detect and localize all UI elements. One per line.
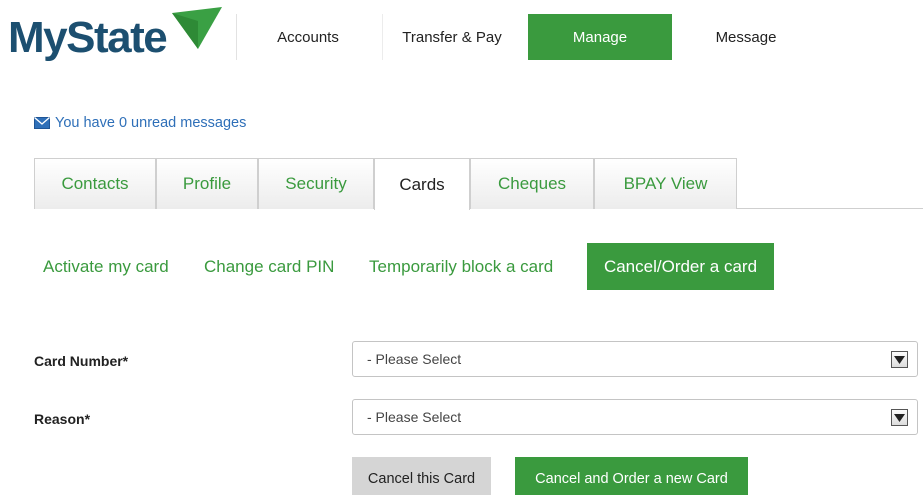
submenu-cancel-order-card[interactable]: Cancel/Order a card — [587, 243, 774, 290]
envelope-icon — [34, 117, 50, 129]
cancel-card-button[interactable]: Cancel this Card — [352, 457, 491, 495]
chevron-down-icon[interactable] — [891, 351, 908, 368]
logo-text: MyState — [8, 13, 168, 62]
reason-label: Reason* — [34, 411, 91, 427]
tab-bpay-view[interactable]: BPAY View — [594, 158, 737, 209]
tab-contacts[interactable]: Contacts — [34, 158, 156, 209]
nav-accounts[interactable]: Accounts — [255, 14, 361, 60]
unread-messages-text: You have 0 unread messages — [55, 115, 247, 131]
unread-messages-link[interactable]: You have 0 unread messages — [34, 115, 246, 131]
submenu-activate-card[interactable]: Activate my card — [43, 243, 169, 290]
reason-select[interactable]: - Please Select — [352, 399, 918, 435]
submenu-block-card[interactable]: Temporarily block a card — [369, 243, 553, 290]
nav-message[interactable]: Message — [690, 14, 802, 60]
nav-divider — [382, 14, 383, 60]
tab-cheques[interactable]: Cheques — [470, 158, 594, 209]
nav-transfer-pay[interactable]: Transfer & Pay — [385, 14, 519, 60]
header-separator — [236, 14, 237, 60]
nav-manage[interactable]: Manage — [528, 14, 672, 60]
reason-selected-value: - Please Select — [367, 409, 462, 425]
cancel-and-order-button[interactable]: Cancel and Order a new Card — [515, 457, 748, 495]
chevron-down-icon[interactable] — [891, 409, 908, 426]
tab-profile[interactable]: Profile — [156, 158, 258, 209]
submenu-change-pin[interactable]: Change card PIN — [204, 243, 334, 290]
tab-security[interactable]: Security — [258, 158, 374, 209]
logo-mark-icon — [172, 7, 223, 49]
card-number-select[interactable]: - Please Select — [352, 341, 918, 377]
mystate-logo[interactable]: MyState — [8, 7, 224, 66]
card-number-label: Card Number* — [34, 353, 129, 369]
card-number-selected-value: - Please Select — [367, 351, 462, 367]
tab-cards[interactable]: Cards — [374, 158, 470, 210]
